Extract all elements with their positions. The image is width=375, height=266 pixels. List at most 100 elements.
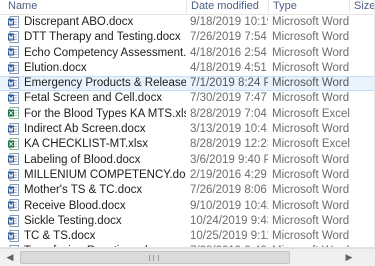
file-date-modified: 7/26/2019 7:54 PM — [190, 31, 268, 44]
word-doc-icon — [8, 199, 19, 212]
file-name-cell[interactable]: Echo Competency Assessment.doc — [8, 46, 186, 62]
file-date-modified: 8/28/2019 12:23 AM — [190, 138, 268, 151]
file-row[interactable]: TC & TS.docx 10/25/2019 9:11 PM Microsoft … — [0, 229, 375, 244]
file-name-cell[interactable]: Fetal Screen and Cell.docx — [8, 91, 186, 107]
file-date-modified: 10/25/2019 9:11 PM — [190, 230, 268, 243]
horizontal-scrollbar[interactable]: ◀ ▶ — [0, 248, 375, 266]
file-name: MILLENIUM COMPETENCY.doc — [24, 168, 186, 181]
file-type: Microsoft Excel W... — [272, 107, 352, 120]
file-name-cell[interactable]: Elution.docx — [8, 61, 186, 77]
file-row[interactable]: Emergency Products & Release.docx 7/1/201… — [0, 76, 375, 92]
file-name: DTT Therapy and Testing.docx — [24, 31, 181, 44]
file-date-modified: 2/19/2016 4:29 PM — [190, 168, 268, 181]
word-doc-icon — [8, 168, 19, 181]
word-doc-icon — [8, 92, 19, 105]
file-date-modified: 4/18/2016 2:54 PM — [190, 46, 268, 59]
file-row[interactable]: Receive Blood.docx 9/10/2019 10:42 PM Micr… — [0, 199, 375, 214]
file-row[interactable]: Elution.docx 4/18/2019 4:51 PM Microsoft W… — [0, 61, 375, 76]
file-row[interactable]: Fetal Screen and Cell.docx 7/30/2019 7:47… — [0, 91, 375, 106]
file-name: Elution.docx — [24, 61, 87, 74]
file-type: Microsoft Word D... — [272, 230, 352, 243]
file-type: Microsoft Excel W... — [272, 138, 352, 151]
column-header-type[interactable]: Type — [269, 0, 349, 15]
file-type: Microsoft Word D... — [272, 153, 352, 166]
scroll-left-arrow-icon[interactable]: ◀ — [2, 250, 18, 265]
file-name-cell[interactable]: Mother's TS & TC.docx — [8, 183, 186, 199]
file-name-cell[interactable]: Indirect Ab Screen.docx — [8, 122, 186, 138]
file-name-cell[interactable]: Sickle Testing.docx — [8, 214, 186, 230]
file-name: Mother's TS & TC.docx — [24, 184, 143, 197]
file-name-cell[interactable]: Emergency Products & Release.docx — [8, 77, 186, 91]
file-name: Echo Competency Assessment.doc — [24, 46, 186, 59]
file-type: Microsoft Word D... — [272, 61, 352, 74]
file-type: Microsoft Word D... — [272, 214, 352, 227]
file-date-modified: 3/13/2019 10:41 PM — [190, 123, 268, 136]
file-type: Microsoft Word D... — [272, 31, 352, 44]
file-name-cell[interactable]: Discrepant ABO.docx — [8, 15, 186, 31]
file-row[interactable]: KA CHECKLIST-MT.xlsx 8/28/2019 12:23 AM Mi… — [0, 137, 375, 152]
file-row[interactable]: Echo Competency Assessment.doc 4/18/2016 … — [0, 46, 375, 61]
excel-sheet-icon — [8, 107, 19, 120]
file-name: TC & TS.docx — [24, 230, 96, 243]
file-name-cell[interactable]: TC & TS.docx — [8, 229, 186, 245]
column-header-name[interactable]: Name — [4, 0, 184, 15]
file-row[interactable]: MILLENIUM COMPETENCY.doc 2/19/2016 4:29 P… — [0, 168, 375, 183]
word-doc-icon — [8, 15, 19, 28]
file-date-modified: 9/18/2019 10:19 AM — [190, 16, 268, 28]
file-name-cell[interactable]: For the Blood Types KA MTS.xlsx — [8, 107, 186, 123]
file-type: Microsoft Word D... — [272, 77, 352, 90]
file-row[interactable]: For the Blood Types KA MTS.xlsx 8/28/2019… — [0, 107, 375, 122]
word-doc-icon — [8, 77, 19, 89]
file-type: Microsoft Word D... — [272, 92, 352, 105]
file-name-cell[interactable]: MILLENIUM COMPETENCY.doc — [8, 168, 186, 184]
column-header-size[interactable]: Size — [350, 0, 374, 15]
file-type: Microsoft Word D... — [272, 199, 352, 212]
file-name: Labeling of Blood.docx — [24, 153, 141, 166]
file-name: KA CHECKLIST-MT.xlsx — [24, 138, 148, 151]
file-date-modified: 7/1/2019 8:24 PM — [190, 77, 268, 90]
word-doc-icon — [8, 153, 19, 166]
file-name-cell[interactable]: Receive Blood.docx — [8, 199, 186, 215]
file-name-cell[interactable]: Labeling of Blood.docx — [8, 153, 186, 169]
file-name: Sickle Testing.docx — [24, 214, 122, 227]
file-name: Emergency Products & Release.docx — [24, 77, 186, 90]
scroll-right-arrow-icon[interactable]: ▶ — [341, 250, 357, 265]
file-rows: Discrepant ABO.docx 9/18/2019 10:19 AM Mic… — [0, 15, 375, 247]
file-date-modified: 3/6/2019 9:40 PM — [190, 153, 268, 166]
file-row[interactable]: Labeling of Blood.docx 3/6/2019 9:40 PM Mi… — [0, 153, 375, 168]
word-doc-icon — [8, 61, 19, 74]
scrollbar-thumb[interactable] — [20, 251, 290, 264]
file-type: Microsoft Word 9... — [272, 46, 352, 59]
file-date-modified: 7/30/2019 7:47 PM — [190, 92, 268, 105]
file-row[interactable]: Mother's TS & TC.docx 7/26/2019 8:06 PM Mi… — [0, 183, 375, 198]
file-name: Fetal Screen and Cell.docx — [24, 92, 163, 105]
file-date-modified: 4/18/2019 4:51 PM — [190, 61, 268, 74]
file-row[interactable]: Discrepant ABO.docx 9/18/2019 10:19 AM Mic… — [0, 15, 375, 30]
word-doc-icon — [8, 30, 19, 43]
file-name: Indirect Ab Screen.docx — [24, 123, 146, 136]
file-type: Microsoft Word D... — [272, 123, 352, 136]
word-doc-icon — [8, 46, 19, 59]
file-date-modified: 7/26/2019 8:06 PM — [190, 184, 268, 197]
file-name: For the Blood Types KA MTS.xlsx — [24, 107, 186, 120]
word-doc-icon — [8, 229, 19, 242]
file-row[interactable]: DTT Therapy and Testing.docx 7/26/2019 7:… — [0, 30, 375, 45]
excel-sheet-icon — [8, 138, 19, 151]
file-date-modified: 9/10/2019 10:42 PM — [190, 199, 268, 212]
file-type: Microsoft Word D... — [272, 16, 352, 28]
file-list: Name Date modified Type Size Discrepant … — [0, 0, 375, 248]
file-name-cell[interactable]: KA CHECKLIST-MT.xlsx — [8, 137, 186, 153]
file-name-cell[interactable]: DTT Therapy and Testing.docx — [8, 30, 186, 46]
file-name: Receive Blood.docx — [24, 199, 126, 212]
column-header-date-modified[interactable]: Date modified — [187, 0, 267, 15]
file-row[interactable]: Indirect Ab Screen.docx 3/13/2019 10:41 P… — [0, 122, 375, 137]
file-type: Microsoft Word D... — [272, 184, 352, 197]
word-doc-icon — [8, 214, 19, 227]
word-doc-icon — [8, 183, 19, 196]
file-date-modified: 8/28/2019 7:04 PM — [190, 107, 268, 120]
scrollbar-grip-icon — [149, 255, 159, 261]
column-header-bar: Name Date modified Type Size — [0, 0, 375, 15]
file-row[interactable]: Sickle Testing.docx 10/24/2019 9:43 PM Mic… — [0, 214, 375, 229]
scrollbar-corner — [358, 249, 375, 266]
word-doc-icon — [8, 122, 19, 135]
